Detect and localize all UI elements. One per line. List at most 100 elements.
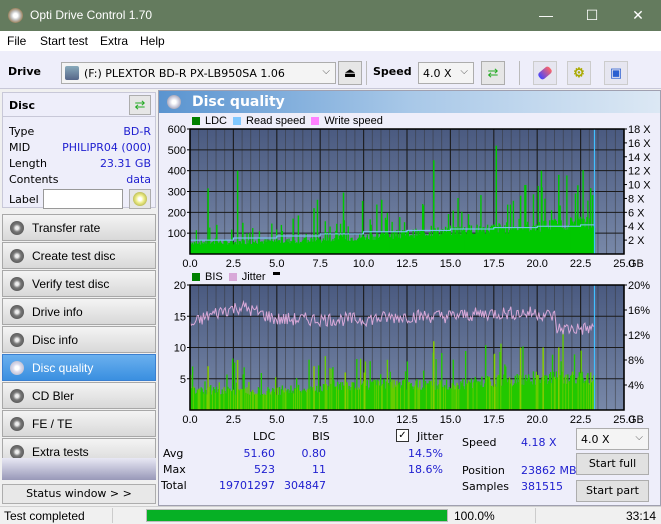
peak-bar <box>433 160 435 254</box>
disc-icon <box>10 249 24 263</box>
legend-marker <box>272 271 280 275</box>
x-tick-label: 10.0 <box>353 258 374 270</box>
peak-bar <box>519 195 522 254</box>
maximize-button[interactable]: ☐ <box>569 0 615 31</box>
peak-bar <box>313 208 315 254</box>
max-ldc: 523 <box>254 463 275 476</box>
eraser-icon <box>537 65 553 81</box>
avg-bis: 0.80 <box>301 447 327 460</box>
x-tick-label: 20.0 <box>526 258 547 270</box>
y2-tick-label: 4 X <box>628 221 645 233</box>
menu-start-test[interactable]: Start test <box>40 34 88 48</box>
nav-label: Transfer rate <box>32 221 101 235</box>
nav-transfer-rate[interactable]: Transfer rate <box>2 214 156 241</box>
speed-stat-label: Speed <box>462 436 497 449</box>
jitter-checkbox[interactable]: ✓ <box>396 429 409 442</box>
speed-value: 4.0 X <box>423 67 452 80</box>
y2-tick-label: 16 X <box>628 138 651 150</box>
menu-help[interactable]: Help <box>140 34 165 48</box>
nav-label: Extra tests <box>32 445 89 459</box>
disc-type-label: Type <box>9 125 35 138</box>
y2-tick-label: 14 X <box>628 152 651 164</box>
nav-create-test-disc[interactable]: Create test disc <box>2 242 156 269</box>
peak-bar <box>380 199 383 254</box>
peak-bar <box>495 145 498 254</box>
disc-quality-panel: Disc quality LDC Read speed Write speed … <box>158 90 661 506</box>
disc-label-button[interactable] <box>129 189 151 209</box>
y2-tick-label: 8 X <box>628 193 645 205</box>
peak-bar <box>313 366 315 410</box>
max-bis: 11 <box>312 463 326 476</box>
menu-extra[interactable]: Extra <box>100 34 128 48</box>
y-tick-label: 400 <box>168 166 186 178</box>
nav-disc-info[interactable]: Disc info <box>2 326 156 353</box>
progress-bar <box>146 509 448 522</box>
save-icon: ▣ <box>609 65 623 80</box>
erase-button[interactable] <box>533 61 557 85</box>
y2-tick-label: 16% <box>628 305 650 317</box>
test-speed-select[interactable]: 4.0 X ⌵ <box>576 428 649 450</box>
nav-label: CD Bler <box>32 389 75 403</box>
disc-contents-label: Contents <box>9 173 59 186</box>
close-button[interactable]: ✕ <box>615 0 661 31</box>
nav-drive-info[interactable]: Drive info <box>2 298 156 325</box>
settings-button[interactable]: ⚙ <box>567 61 591 85</box>
y2-tick-label: 4% <box>628 380 644 392</box>
y2-tick-label: 20% <box>628 280 650 292</box>
disc-icon <box>10 221 24 235</box>
col-bis: BIS <box>312 430 330 443</box>
panel-header: Disc quality <box>159 91 660 113</box>
x-tick-label: 2.5 <box>226 258 241 270</box>
disc-label-label: Label <box>9 193 39 206</box>
disc-icon <box>10 361 24 375</box>
peak-bar <box>363 372 366 410</box>
x-axis-label: GB <box>628 258 644 270</box>
save-button[interactable]: ▣ <box>604 61 628 85</box>
peak-bar <box>236 360 239 410</box>
position-value: 23862 MB <box>521 464 577 477</box>
max-label: Max <box>163 463 186 476</box>
eject-button[interactable]: ⏏ <box>338 61 362 85</box>
speed-label: Speed <box>373 65 412 78</box>
ldc-chart: 100 200 300 400 500 600 2 X 4 X 6 X 8 X10 X 12 X 14… <box>168 124 652 270</box>
start-part-button[interactable]: Start part <box>576 480 649 502</box>
peak-bar <box>316 199 319 254</box>
total-bis: 304847 <box>284 479 326 492</box>
samples-label: Samples <box>462 480 509 493</box>
nav-disc-quality[interactable]: Disc quality <box>2 354 156 381</box>
y2-tick-label: 6 X <box>628 207 645 219</box>
y2-tick-label: 12% <box>628 330 650 342</box>
peak-bar <box>207 188 209 254</box>
toolbar-divider <box>366 61 367 85</box>
y2-tick-label: 12 X <box>628 166 651 178</box>
minimize-button[interactable]: — <box>523 0 569 31</box>
disc-refresh-button[interactable]: ⇄ <box>129 95 151 115</box>
bis-chart: 51015204%8%12%16%20%0.0 2.5 5.0 7.5 10.0 12.5… <box>174 280 650 426</box>
y2-tick-label: 18 X <box>628 124 651 136</box>
status-window-button[interactable]: Status window > > <box>2 484 156 504</box>
menu-file[interactable]: File <box>7 34 26 48</box>
nav-label: FE / TE <box>32 417 73 431</box>
disc-label-input[interactable] <box>43 189 123 209</box>
disc-length-value: 23.31 GB <box>99 157 151 170</box>
disc-icon <box>133 192 147 206</box>
nav-cd-bler[interactable]: CD Bler <box>2 382 156 409</box>
peak-bar <box>216 224 218 254</box>
speed-select[interactable]: 4.0 X ⌵ <box>418 62 474 84</box>
y-tick-label: 15 <box>174 311 186 323</box>
start-full-button[interactable]: Start full <box>576 453 649 475</box>
avg-jitter: 14.5% <box>408 447 443 460</box>
nav-fe-te[interactable]: FE / TE <box>2 410 156 437</box>
disc-header: Disc <box>9 99 35 112</box>
gear-icon: ⚙ <box>573 65 585 80</box>
peak-bar <box>577 185 579 254</box>
nav-footer <box>2 458 156 480</box>
eject-icon: ⏏ <box>343 65 357 80</box>
y2-tick-label: 10 X <box>628 180 651 192</box>
refresh-button[interactable]: ⇄ <box>481 61 505 85</box>
drive-select[interactable]: (F:) PLEXTOR BD-R PX-LB950SA 1.06 ⌵ <box>61 62 336 84</box>
disc-mid-label: MID <box>9 141 31 154</box>
peak-bar <box>297 215 300 254</box>
nav-verify-test-disc[interactable]: Verify test disc <box>2 270 156 297</box>
max-jitter: 18.6% <box>408 463 443 476</box>
